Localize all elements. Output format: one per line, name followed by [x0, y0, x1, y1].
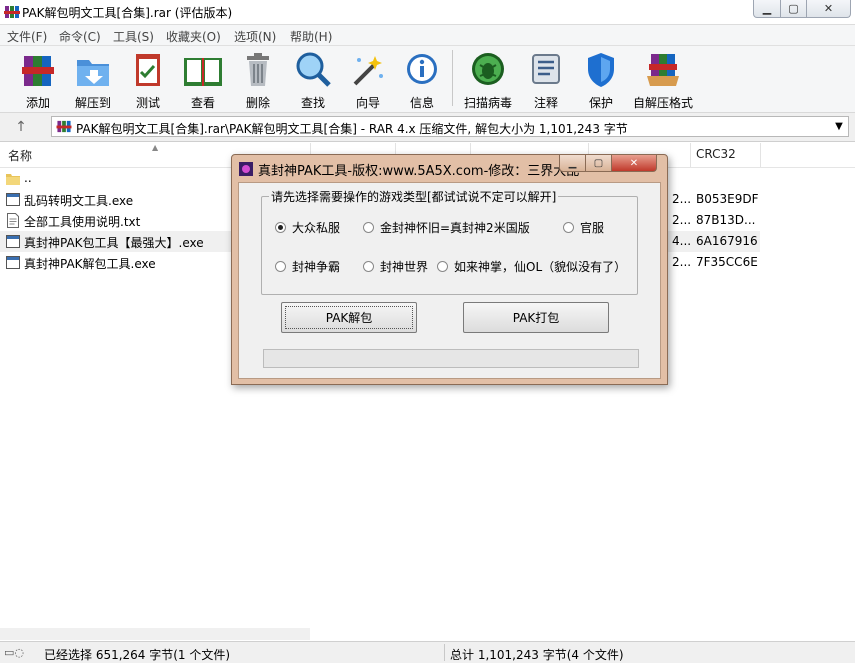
radio-public-private[interactable]: 大众私服 — [275, 219, 340, 236]
archive-icon — [56, 120, 72, 133]
column-divider[interactable] — [760, 143, 761, 167]
magnifier-icon — [296, 52, 331, 87]
arrow-up-icon: ↑ — [15, 119, 27, 135]
add-icon — [22, 56, 54, 86]
exe-icon — [6, 235, 20, 248]
toolbar-separator — [452, 50, 453, 106]
info-icon — [407, 54, 437, 84]
game-type-group — [261, 196, 638, 295]
find-button[interactable]: 查找 — [293, 50, 333, 110]
app-icon — [239, 162, 253, 176]
address-path: PAK解包明文工具[合集].rar\PAK解包明文工具[合集] - RAR 4.… — [76, 122, 628, 136]
menu-favorites[interactable]: 收藏夹(O) — [166, 28, 221, 45]
test-icon — [136, 54, 160, 86]
folder-icon — [6, 174, 20, 185]
wand-icon — [353, 56, 383, 86]
up-folder-button[interactable]: ↑ — [6, 118, 36, 136]
address-field[interactable]: PAK解包明文工具[合集].rar\PAK解包明文工具[合集] - RAR 4.… — [51, 116, 849, 137]
column-crc32[interactable]: CRC32 — [696, 147, 736, 161]
folder-extract-icon — [77, 60, 109, 86]
exe-icon — [6, 193, 20, 206]
menu-bar: 文件(F) 命令(C) 工具(S) 收藏夹(O) 选项(N) 帮助(H) — [0, 25, 855, 46]
menu-help[interactable]: 帮助(H) — [290, 28, 332, 45]
drive-key-icon: ▭◌ — [4, 646, 24, 659]
radio-jin-fengshen[interactable]: 金封神怀旧=真封神2米国版 — [363, 219, 530, 236]
exe-icon — [6, 256, 20, 269]
view-button[interactable]: 查看 — [182, 50, 224, 110]
radio-fengshen-zhengba[interactable]: 封神争霸 — [275, 258, 340, 275]
empty-area — [0, 628, 310, 640]
add-button[interactable]: 添加 — [18, 50, 58, 110]
scan-virus-button[interactable]: 扫描病毒 — [464, 50, 512, 110]
virus-scan-icon — [472, 53, 504, 85]
dialog-minimize-button[interactable]: ▁ — [559, 155, 586, 172]
menu-options[interactable]: 选项(N) — [234, 28, 276, 45]
radio-unchecked-icon — [275, 261, 286, 272]
status-total: 总计 1,101,243 字节(4 个文件) — [450, 648, 624, 662]
status-divider — [444, 644, 445, 661]
radio-unchecked-icon — [363, 222, 374, 233]
pak-pack-button[interactable]: PAK打包 — [463, 302, 609, 333]
address-bar: ↑ PAK解包明文工具[合集].rar\PAK解包明文工具[合集] - RAR … — [0, 113, 855, 142]
title-bar: PAK解包明文工具[合集].rar (评估版本) ▁ ▢ ✕ — [0, 0, 855, 25]
dialog-close-button[interactable]: ✕ — [611, 155, 657, 172]
radio-unchecked-icon — [363, 261, 374, 272]
radio-unchecked-icon — [563, 222, 574, 233]
radio-official[interactable]: 官服 — [563, 219, 604, 236]
extract-to-button[interactable]: 解压到 — [73, 50, 113, 110]
txt-icon — [7, 213, 19, 228]
radio-fengshen-shijie[interactable]: 封神世界 — [363, 258, 428, 275]
progress-bar — [263, 349, 639, 368]
sfx-icon — [647, 54, 679, 86]
trash-icon — [247, 53, 269, 86]
maximize-button[interactable]: ▢ — [780, 0, 807, 18]
radio-rulai-shenzhang[interactable]: 如来神掌，仙OL（貌似没有了） — [437, 258, 626, 275]
sfx-button[interactable]: 自解压格式 — [633, 50, 693, 110]
focus-rect — [285, 306, 413, 329]
window-title: PAK解包明文工具[合集].rar (评估版本) — [22, 6, 233, 20]
dialog-title: 真封神PAK工具-版权:www.5A5X.com-修改：三界大乱 — [258, 164, 580, 179]
dialog-maximize-button[interactable]: ▢ — [585, 155, 612, 172]
dropdown-arrow-icon[interactable]: ▼ — [832, 119, 846, 134]
column-divider[interactable] — [690, 143, 691, 167]
toolbar: 添加 解压到 测试 查看 删除 查找 向导 信息 扫描病毒 注释 保护 自解压格… — [0, 46, 855, 113]
shield-icon — [588, 53, 614, 87]
sort-arrow-icon: ▲ — [152, 143, 159, 152]
radio-unchecked-icon — [437, 261, 448, 272]
radio-checked-icon — [275, 222, 286, 233]
protect-button[interactable]: 保护 — [582, 50, 620, 110]
group-label: 请先选择需要操作的游戏类型[都试试说不定可以解开] — [269, 188, 559, 205]
menu-tools[interactable]: 工具(S) — [113, 28, 154, 45]
delete-button[interactable]: 删除 — [240, 50, 276, 110]
status-selected: 已经选择 651,264 字节(1 个文件) — [44, 648, 231, 662]
comment-button[interactable]: 注释 — [526, 50, 566, 110]
test-button[interactable]: 测试 — [128, 50, 168, 110]
book-icon — [184, 58, 222, 86]
close-button[interactable]: ✕ — [806, 0, 851, 18]
column-name[interactable]: 名称 — [8, 147, 32, 164]
dialog-body: 请先选择需要操作的游戏类型[都试试说不定可以解开] 大众私服 金封神怀旧=真封神… — [238, 182, 661, 379]
winrar-icon — [4, 6, 20, 18]
menu-file[interactable]: 文件(F) — [7, 28, 47, 45]
wizard-button[interactable]: 向导 — [348, 50, 388, 110]
menu-commands[interactable]: 命令(C) — [59, 28, 101, 45]
minimize-button[interactable]: ▁ — [753, 0, 781, 18]
pak-unpack-button[interactable]: PAK解包 — [281, 302, 417, 333]
comment-icon — [532, 54, 560, 84]
status-bar: ▭◌ 已经选择 651,264 字节(1 个文件) 总计 1,101,243 字… — [0, 641, 855, 663]
info-button[interactable]: 信息 — [403, 50, 441, 110]
pak-tool-dialog: 真封神PAK工具-版权:www.5A5X.com-修改：三界大乱 ▁ ▢ ✕ 请… — [231, 154, 668, 385]
